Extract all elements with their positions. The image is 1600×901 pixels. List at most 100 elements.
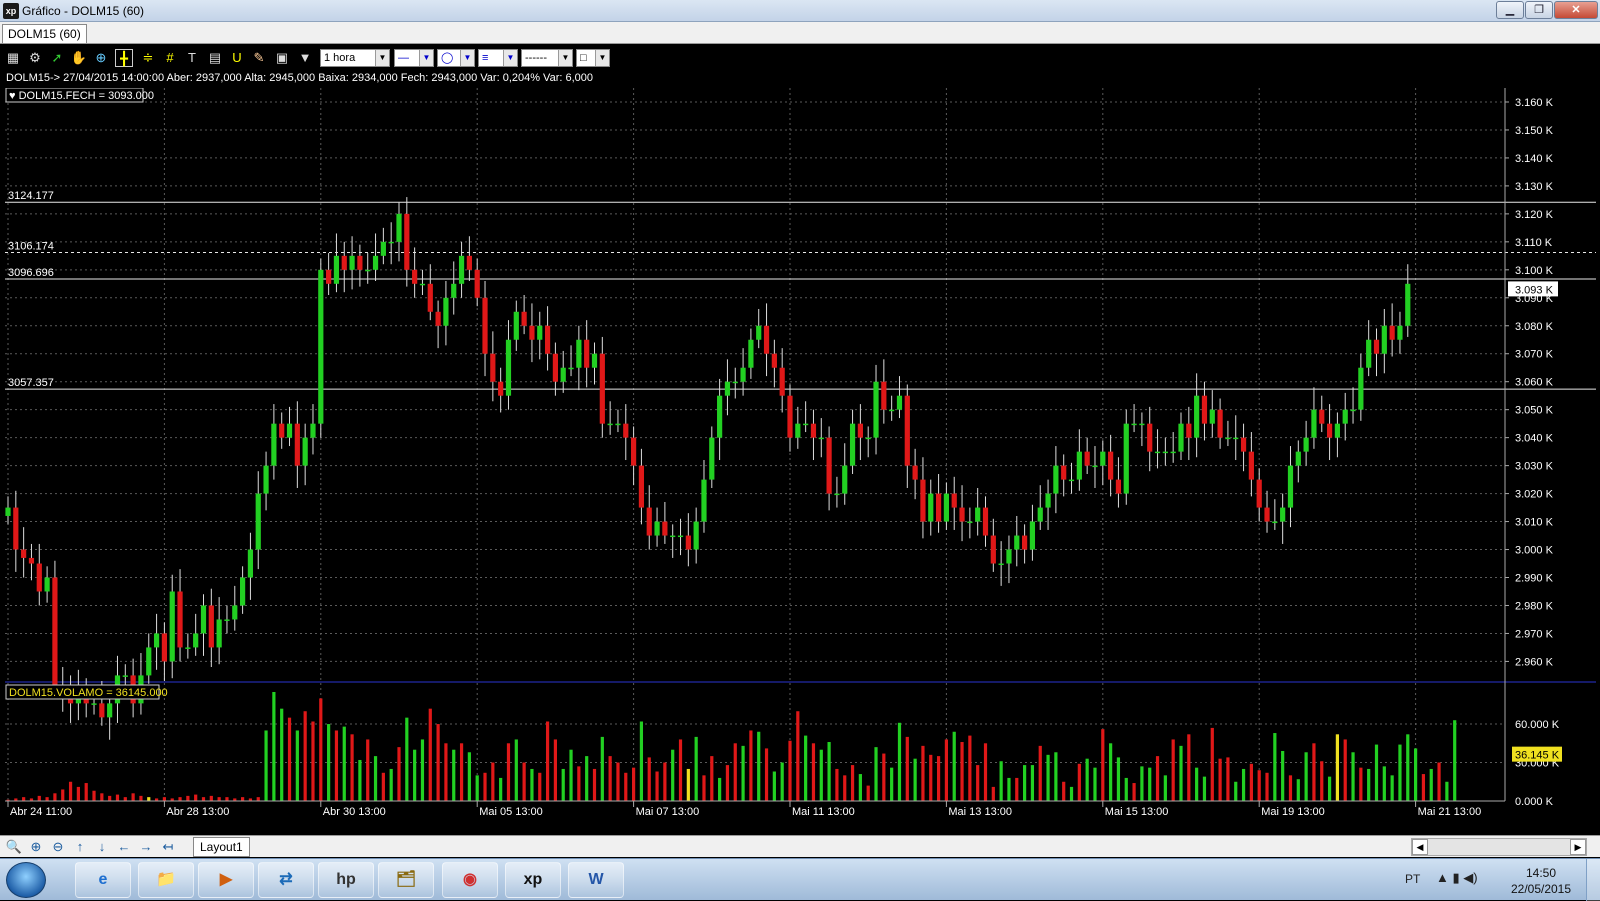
volume-bar [1140,766,1144,801]
color-select[interactable]: □ ▼ [576,49,610,67]
candle-body [810,423,817,438]
candle-body [1303,437,1309,452]
candle-body [881,381,887,410]
scroll-right-button[interactable]: ▶ [1570,839,1586,855]
price-tick-label: 3.030 K [1515,461,1554,473]
candle-body [1240,437,1247,452]
candle-body [834,493,840,496]
network-icon[interactable]: ⇄ [258,862,314,898]
signal-icon[interactable]: ▮ [1453,870,1460,885]
volume-bar [1046,754,1050,801]
shape-select[interactable]: ◯ ▼ [437,49,475,67]
zoom-icon[interactable]: 🔍 [4,838,24,856]
volume-bar [874,747,878,801]
chrome-icon[interactable]: ◉ [442,862,498,898]
volume-bar [499,777,503,801]
candle-body [646,507,652,536]
arrow-left-icon[interactable]: ← [114,838,134,856]
volume-bar [866,785,870,801]
windows-taskbar: e 📁 ▶ ⇄ hp 🗂 ◉ xp W PT ▲ ▮ ◀) 14:50 22/05/2015 [0,858,1600,901]
candle-body [13,507,19,550]
zoom-in-icon[interactable]: ⊕ [26,838,46,856]
cursor-icon[interactable]: ➚ [48,49,66,67]
chart-icon[interactable]: ▦ [4,49,22,67]
scroll-left-button[interactable]: ◀ [1412,839,1428,855]
arrow-up-icon[interactable]: ↑ [70,838,90,856]
chevron-up-icon[interactable]: ▲ [1436,870,1449,885]
level-label: 3106.174 [8,241,54,253]
dash-select[interactable]: ------ ▼ [521,49,573,67]
show-desktop-button[interactable] [1586,859,1600,901]
candle [193,613,199,656]
volume-bar [632,767,636,801]
candle [349,236,355,290]
layout-tab[interactable]: Layout1 [193,837,250,857]
volume-bar [1163,775,1167,801]
zoom-area-icon[interactable]: ⊕ [92,49,110,67]
volume-bar [295,730,299,801]
text-icon[interactable]: T [183,49,201,67]
candle [482,281,488,377]
candle-body [419,283,426,286]
period-select[interactable]: 1 hora ▼ [320,49,390,67]
candle-body [466,255,472,270]
crosshair-icon[interactable]: ╋ [115,49,133,67]
fill-select[interactable]: ≡ ▼ [478,49,518,67]
magnet-icon[interactable]: U [228,49,246,67]
candle [1108,434,1114,497]
clock-time[interactable]: 14:50 [1510,866,1572,880]
minimize-button[interactable]: ▁ [1496,1,1524,19]
archive-icon[interactable]: 🗂 [378,862,434,898]
candle [310,404,316,455]
pencil-icon[interactable]: ✎ [250,49,268,67]
hand-icon[interactable]: ✋ [70,49,88,67]
hp-icon[interactable]: hp [318,862,374,898]
clock-date[interactable]: 22/05/2015 [1510,882,1572,896]
volume-bar [764,748,769,801]
language-indicator[interactable]: PT [1405,872,1420,886]
calculator-icon[interactable]: ▤ [206,49,224,67]
volume-bar [1148,767,1152,801]
gear-icon[interactable]: ⚙ [26,49,44,67]
line-style-select[interactable]: — ▼ [394,49,434,67]
grid-icon[interactable]: # [161,49,179,67]
price-volume-chart[interactable]: 3124.177 3106.174 3096.696 3057.357 2.960 K… [5,88,1596,821]
volume-bar [835,768,839,801]
file-explorer-icon[interactable]: 📁 [138,862,194,898]
maximize-button[interactable]: ❐ [1525,1,1553,19]
candle [1115,457,1122,508]
internet-explorer-icon[interactable]: e [75,862,131,898]
xp-app-icon[interactable]: xp [505,862,561,898]
word-icon[interactable]: W [568,862,624,898]
start-button[interactable] [6,862,46,898]
candle [1264,490,1270,533]
candle [1233,415,1239,461]
horizontal-scrollbar[interactable]: ◀ ▶ [1411,838,1587,856]
volume-bar [819,749,823,801]
filter-icon[interactable]: ▼ [296,49,314,67]
candle [724,359,731,416]
tab-dolm15[interactable]: DOLM15 (60) [2,24,87,43]
candle [458,241,465,298]
hline-icon[interactable]: ≑ [139,49,157,67]
lock-icon[interactable]: ▣ [273,49,291,67]
candle-body [208,605,214,648]
system-tray[interactable]: ▲ ▮ ◀) [1436,870,1478,886]
volume-icon[interactable]: ◀) [1463,870,1477,885]
candle [591,342,598,385]
arrow-last-icon[interactable]: ↤ [158,838,178,856]
volume-bar [929,754,933,801]
arrow-down-icon[interactable]: ↓ [92,838,112,856]
price-tick-label: 3.130 K [1515,181,1554,193]
candle [216,597,222,665]
window-title-bar[interactable]: xp Gráfico - DOLM15 (60) ▁ ❐ ✕ [0,0,1600,22]
arrow-right-icon[interactable]: → [136,838,156,856]
candle-body [1092,465,1098,468]
close-button[interactable]: ✕ [1554,1,1598,19]
candle-body [1287,465,1294,508]
zoom-out-icon[interactable]: ⊖ [48,838,68,856]
media-player-icon[interactable]: ▶ [198,862,254,898]
volume-bar [1429,768,1433,801]
candle [568,345,574,377]
candle [1037,485,1043,530]
